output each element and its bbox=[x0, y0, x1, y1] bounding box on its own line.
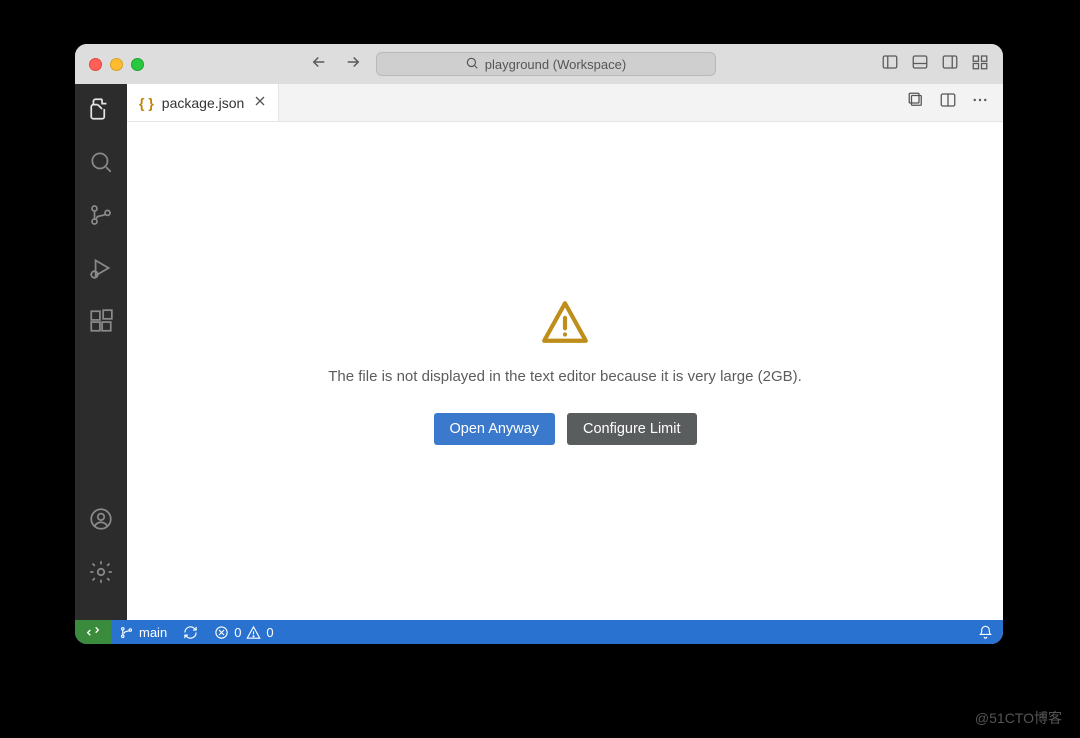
layout-icon[interactable] bbox=[971, 53, 989, 76]
tab-bar: { } package.json bbox=[127, 84, 1003, 122]
command-center[interactable]: playground (Workspace) bbox=[376, 52, 716, 76]
vscode-window: playground (Workspace) { } package. bbox=[75, 44, 1003, 644]
tab-label: package.json bbox=[162, 95, 245, 111]
minimize-window-button[interactable] bbox=[110, 58, 123, 71]
large-file-message: The file is not displayed in the text ed… bbox=[328, 366, 802, 388]
branch-indicator[interactable]: main bbox=[111, 620, 175, 644]
nav-back-button[interactable] bbox=[310, 53, 328, 76]
window-body: { } package.json The file is not display… bbox=[75, 84, 1003, 620]
error-count: 0 bbox=[234, 625, 241, 640]
command-center-text: playground (Workspace) bbox=[485, 57, 626, 72]
search-activity-icon[interactable] bbox=[88, 149, 114, 180]
warning-icon bbox=[540, 297, 590, 352]
remote-indicator[interactable] bbox=[75, 620, 111, 644]
branch-name: main bbox=[139, 625, 167, 640]
run-debug-icon[interactable] bbox=[88, 255, 114, 286]
configure-limit-button[interactable]: Configure Limit bbox=[567, 413, 697, 445]
warning-count: 0 bbox=[266, 625, 273, 640]
window-controls bbox=[89, 58, 144, 71]
tab-package-json[interactable]: { } package.json bbox=[127, 84, 279, 121]
open-changes-icon[interactable] bbox=[907, 91, 925, 114]
more-actions-icon[interactable] bbox=[971, 91, 989, 114]
split-editor-icon[interactable] bbox=[939, 91, 957, 114]
problems-indicator[interactable]: 0 0 bbox=[206, 620, 281, 644]
editor-group: { } package.json The file is not display… bbox=[127, 84, 1003, 620]
titlebar: playground (Workspace) bbox=[75, 44, 1003, 84]
panel-bottom-icon[interactable] bbox=[911, 53, 929, 76]
accounts-icon[interactable] bbox=[88, 506, 114, 537]
watermark: @51CTO博客 bbox=[975, 708, 1062, 728]
panel-left-icon[interactable] bbox=[881, 53, 899, 76]
json-file-icon: { } bbox=[139, 95, 154, 111]
panel-right-icon[interactable] bbox=[941, 53, 959, 76]
close-window-button[interactable] bbox=[89, 58, 102, 71]
titlebar-right bbox=[881, 53, 989, 76]
nav-forward-button[interactable] bbox=[344, 53, 362, 76]
button-row: Open Anyway Configure Limit bbox=[434, 413, 697, 445]
editor-pane: The file is not displayed in the text ed… bbox=[127, 122, 1003, 620]
extensions-icon[interactable] bbox=[88, 308, 114, 339]
editor-actions bbox=[907, 91, 1003, 114]
search-icon bbox=[465, 56, 479, 73]
status-bar: main 0 0 bbox=[75, 620, 1003, 644]
open-anyway-button[interactable]: Open Anyway bbox=[434, 413, 555, 445]
sync-indicator[interactable] bbox=[175, 620, 206, 644]
source-control-icon[interactable] bbox=[88, 202, 114, 233]
maximize-window-button[interactable] bbox=[131, 58, 144, 71]
explorer-icon[interactable] bbox=[88, 96, 114, 127]
settings-gear-icon[interactable] bbox=[88, 559, 114, 590]
nav-arrows bbox=[310, 53, 362, 76]
tab-close-button[interactable] bbox=[252, 93, 268, 112]
notifications-indicator[interactable] bbox=[970, 620, 1003, 644]
activity-bar bbox=[75, 84, 127, 620]
